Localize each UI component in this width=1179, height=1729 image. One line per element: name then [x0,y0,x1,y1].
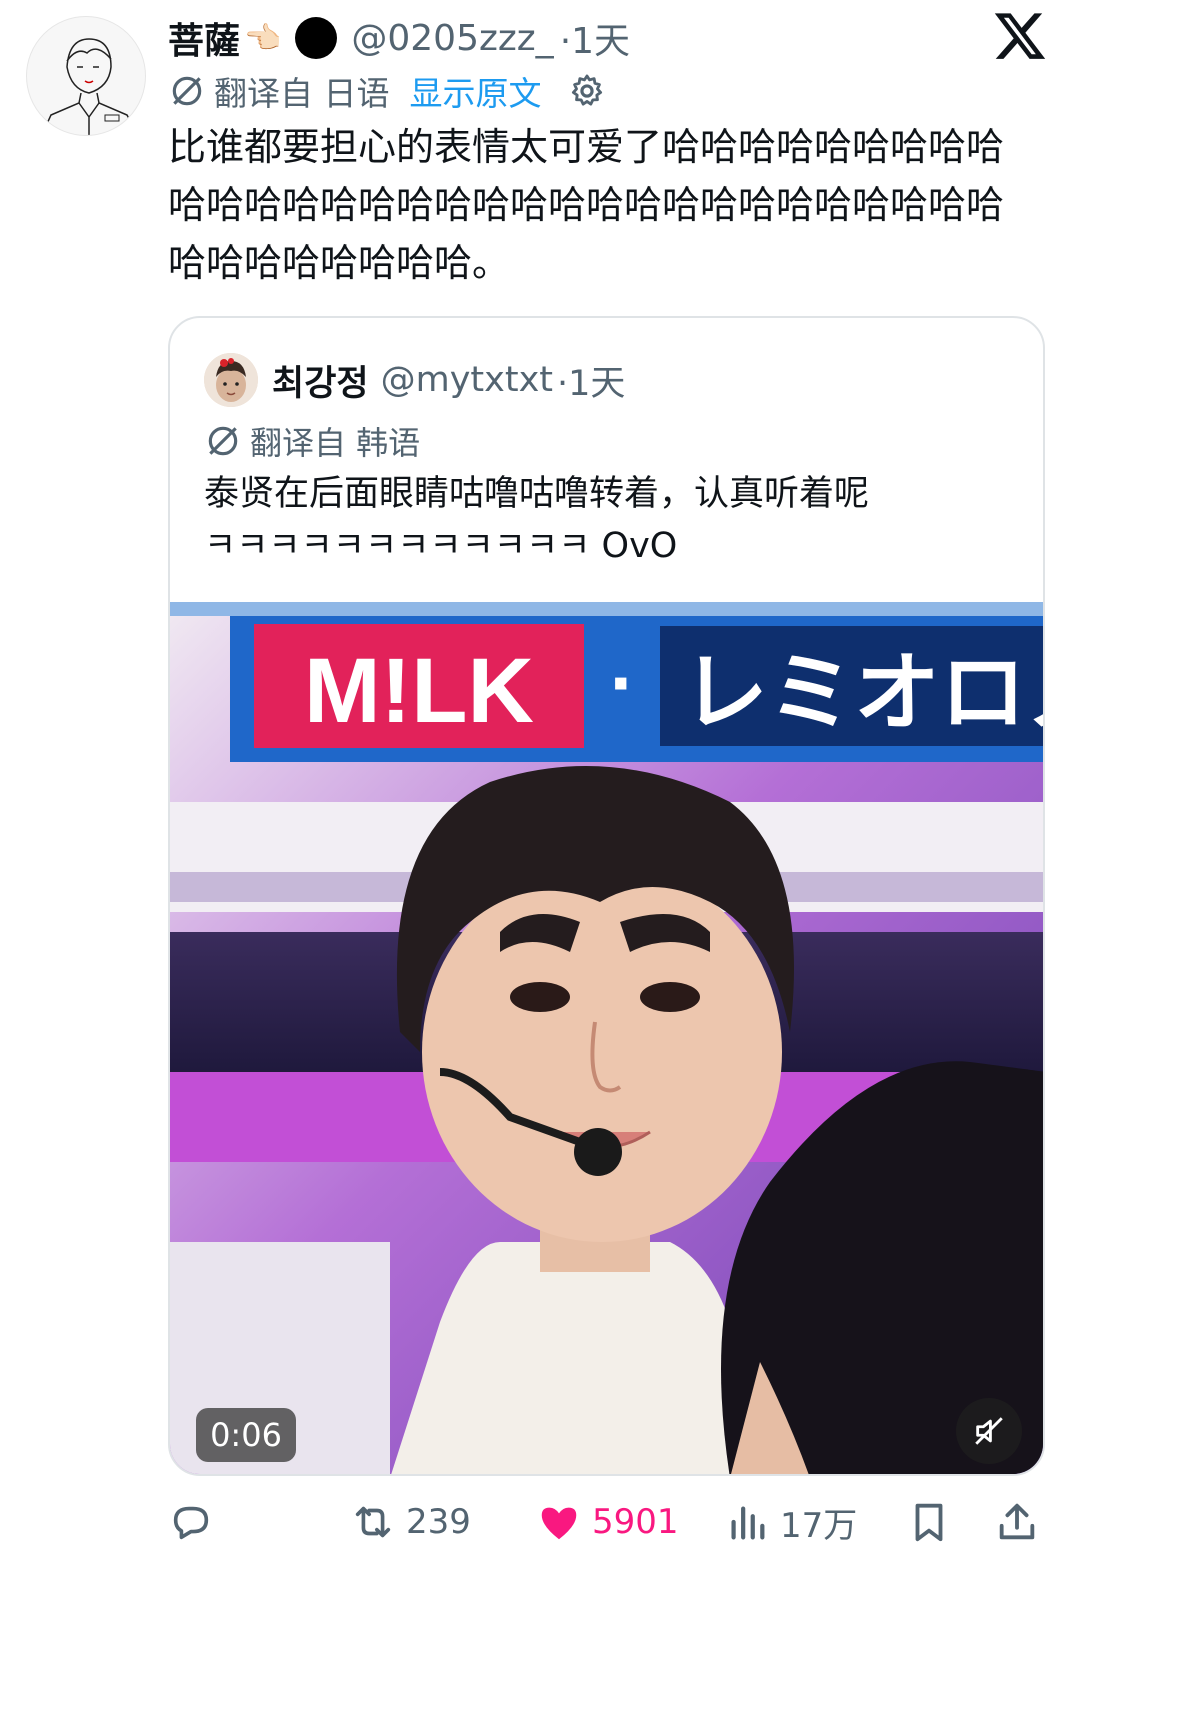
quoted-text-line: ㅋㅋㅋㅋㅋㅋㅋㅋㅋㅋㅋㅋ OvO [204,526,678,566]
tweet-header: 菩薩 👈🏻 @0205zzz_ ·1天 [168,8,630,68]
quoted-text-line: 泰贤在后面眼睛咕噜咕噜转着，认真听着呢 [204,474,870,514]
share-icon [999,1503,1035,1540]
video-frame: M!LK · レミオロメ [170,602,1045,1474]
author-avatar[interactable] [26,16,146,136]
muted-speaker-icon [975,1417,1003,1445]
pointing-hand-emoji-icon: 👈🏻 [244,20,282,56]
banner-separator: · [610,638,637,727]
retweet-button[interactable]: 239 [350,1490,471,1554]
x-logo-icon[interactable] [992,8,1048,64]
share-button[interactable] [994,1490,1040,1554]
views-count: 17万 [780,1505,858,1546]
video-duration-badge: 0:06 [196,1408,296,1462]
translate-icon [208,426,238,456]
author-display-name[interactable]: 菩薩 [168,12,240,64]
translation-row: 翻译自 日语 显示原文 [168,68,606,114]
translate-icon [172,76,202,106]
tweet-text: 比谁都要担心的表情太可爱了哈哈哈哈哈哈哈哈哈哈哈哈哈哈哈哈哈哈哈哈哈哈哈哈哈哈哈… [168,125,1005,285]
retweet-count: 239 [406,1502,471,1542]
tweet-time[interactable]: ·1天 [560,12,630,64]
views-chart-icon [731,1506,765,1540]
translation-label: 翻译自 日语 [214,74,390,113]
banner-right-text: レミオロメ [682,643,1045,743]
like-count: 5901 [592,1502,679,1542]
author-handle[interactable]: @0205zzz_ [351,18,553,59]
views-button[interactable]: 17万 [724,1490,857,1554]
quoted-translation-row: 翻译自 韩语 [204,418,420,464]
bookmark-button[interactable] [906,1490,952,1554]
reply-button[interactable] [168,1490,224,1554]
reply-icon [173,1506,209,1540]
video-player[interactable]: M!LK · レミオロメ 0:06 [170,602,1045,1474]
quoted-tweet-card[interactable]: 최강정 @mytxtxt ·1天 翻译自 韩语 泰贤在后面眼睛咕噜咕噜转着，认真… [168,316,1045,1476]
banner-left-text: M!LK [304,640,534,742]
quoted-tweet-header: 최강정 @mytxtxt ·1天 [204,348,625,412]
quoted-tweet-time[interactable]: ·1天 [557,355,625,406]
quoted-tweet-text: 泰贤在后面眼睛咕噜咕噜转着，认真听着呢 ㅋㅋㅋㅋㅋㅋㅋㅋㅋㅋㅋㅋ OvO [204,468,1024,572]
retweet-icon [355,1506,391,1538]
heart-icon [541,1507,577,1540]
mute-button[interactable] [956,1398,1022,1464]
black-circle-emoji-icon [295,17,338,59]
like-button[interactable]: 5901 [536,1490,679,1554]
quoted-translation-label: 翻译自 韩语 [250,424,421,462]
show-original-link[interactable]: 显示原文 [410,67,542,115]
quoted-author-handle[interactable]: @mytxtxt [381,360,553,400]
bookmark-icon [915,1503,943,1542]
tweet-action-bar: 239 5901 17万 [168,1490,1045,1554]
quoted-author-avatar[interactable] [204,353,258,407]
gear-icon[interactable] [568,72,606,110]
quoted-author-display-name[interactable]: 최강정 [272,355,369,406]
